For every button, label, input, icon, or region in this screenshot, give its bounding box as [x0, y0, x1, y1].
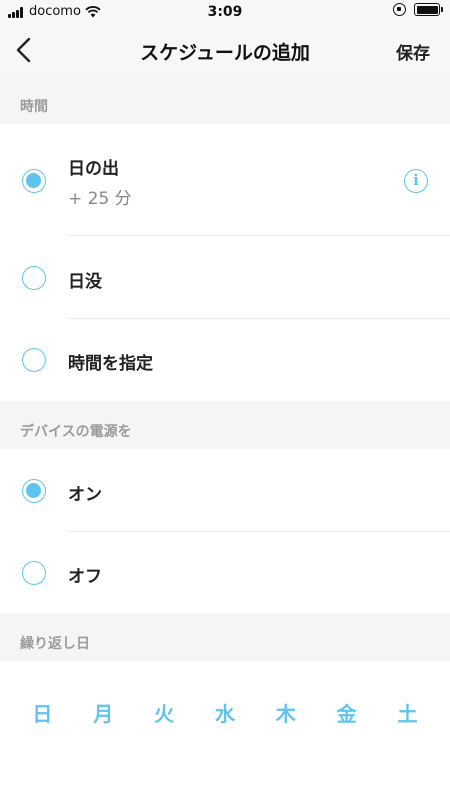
radio-custom-time[interactable]: [22, 348, 46, 372]
radio-sunset[interactable]: [22, 266, 46, 290]
sunrise-offset: + 25 分: [68, 189, 132, 209]
day-wednesday[interactable]: 水: [205, 698, 245, 727]
page-title: スケジュールの追加: [140, 42, 310, 64]
option-label: 日没: [68, 272, 102, 292]
option-label: 日の出: [68, 159, 119, 179]
day-friday[interactable]: 金: [327, 698, 367, 727]
option-sunset[interactable]: 日没: [0, 236, 450, 319]
day-saturday[interactable]: 土: [387, 698, 427, 727]
weekday-selector: 日 月 火 水 木 金 土: [0, 690, 450, 734]
battery-icon: [414, 3, 443, 16]
option-label: オン: [68, 485, 102, 505]
status-time: 3:09: [207, 4, 243, 20]
day-tuesday[interactable]: 火: [144, 698, 184, 727]
option-power-on[interactable]: オン: [0, 449, 450, 532]
status-right: [393, 3, 443, 16]
section-header-time: 時間: [0, 78, 450, 124]
option-sunrise[interactable]: 日の出 + 25 分 i: [0, 124, 450, 236]
info-icon[interactable]: i: [404, 169, 428, 193]
radio-sunrise[interactable]: [22, 169, 46, 193]
section-header-power: デバイスの電源を: [0, 401, 450, 449]
option-label: 時間を指定: [68, 354, 153, 374]
option-label: オフ: [68, 567, 102, 587]
day-sunday[interactable]: 日: [22, 698, 62, 727]
orientation-lock-icon: [393, 3, 406, 16]
option-power-off[interactable]: オフ: [0, 532, 450, 613]
radio-power-on[interactable]: [22, 479, 46, 503]
day-monday[interactable]: 月: [83, 698, 123, 727]
option-custom-time[interactable]: 時間を指定: [0, 319, 450, 401]
battery-fill: [416, 5, 438, 14]
day-thursday[interactable]: 木: [266, 698, 306, 727]
nav-bar: スケジュールの追加 保存: [0, 24, 450, 78]
save-button[interactable]: 保存: [396, 39, 430, 64]
status-bar: docomo 3:09: [0, 0, 450, 24]
section-header-repeat: 繰り返し日: [0, 613, 450, 661]
radio-power-off[interactable]: [22, 561, 46, 585]
